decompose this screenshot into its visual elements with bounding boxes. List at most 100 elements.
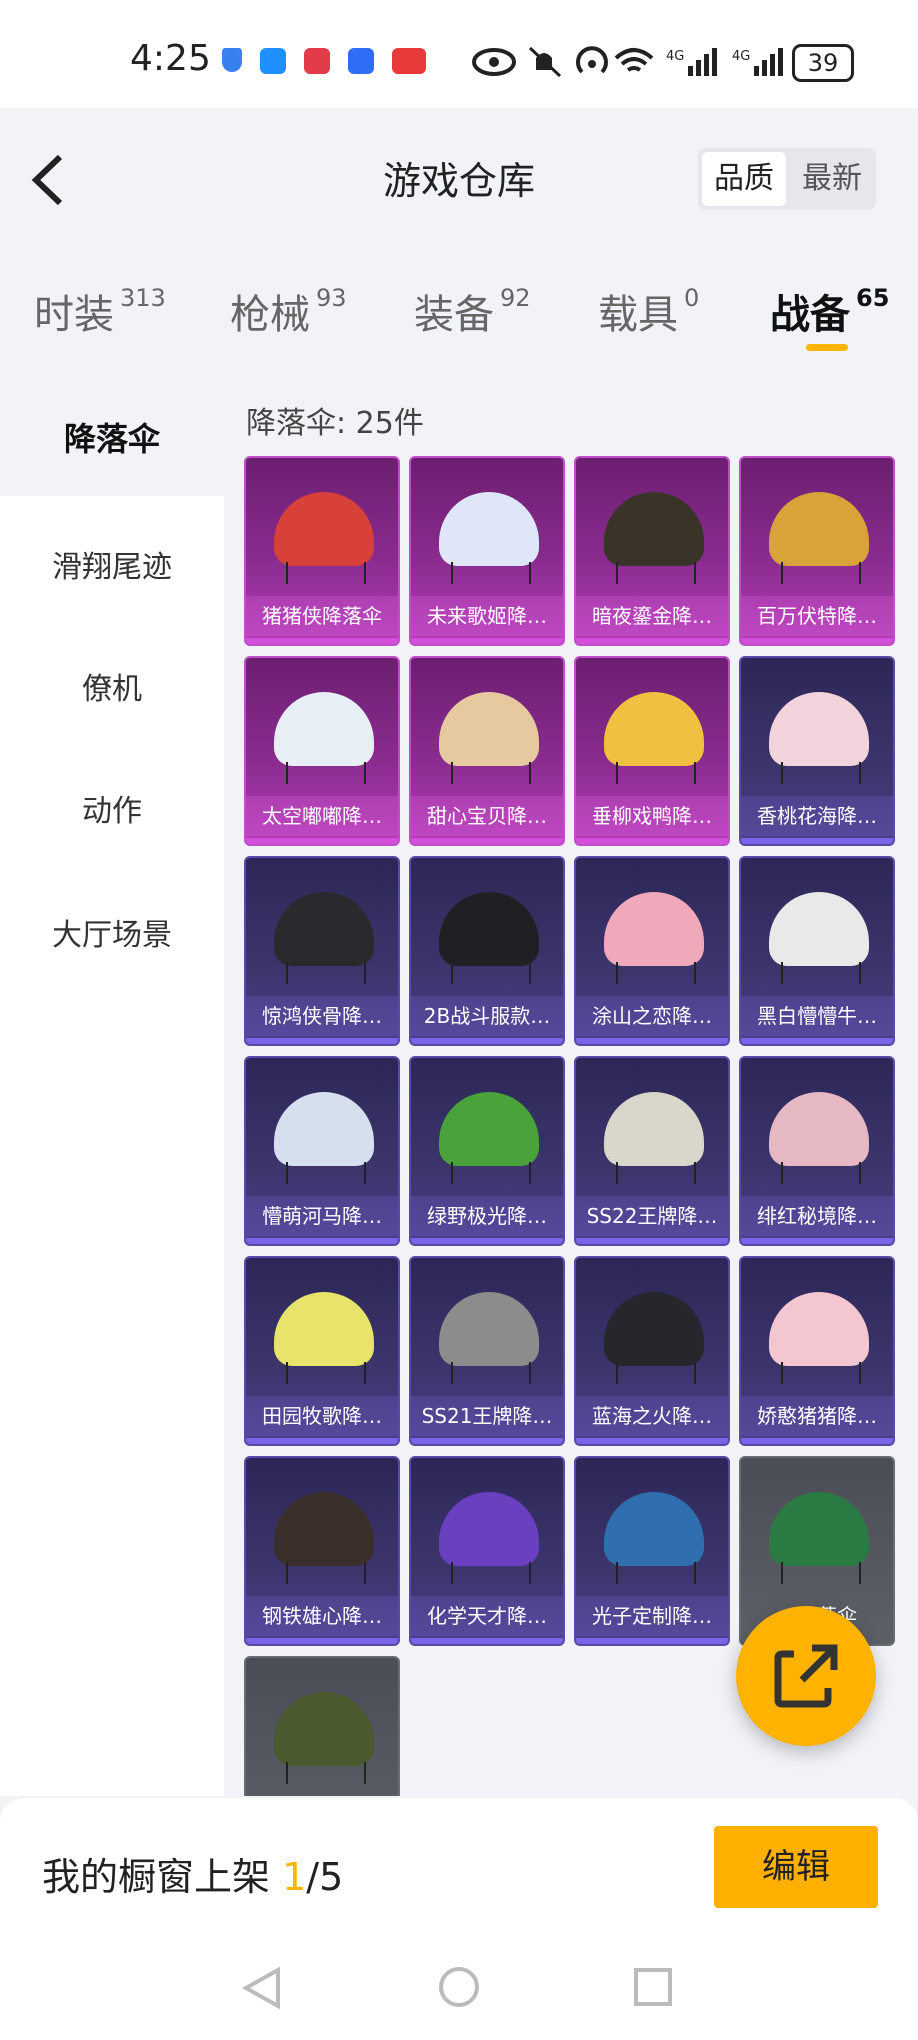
rarity-bar [411, 1438, 563, 1444]
parachute-lines [781, 962, 861, 984]
nav-recents-icon[interactable] [632, 1966, 674, 2008]
sidebar-item-glide-trail[interactable]: 滑翔尾迹 [0, 542, 224, 586]
item-card[interactable]: 绯红秘境降… [739, 1056, 895, 1246]
item-card[interactable]: 化学天才降… [409, 1456, 565, 1646]
tab-fashion[interactable]: 时装 313 [34, 282, 166, 340]
parachute-image [769, 1092, 869, 1166]
parachute-image [274, 692, 374, 766]
item-card[interactable]: 香桃花海降… [739, 656, 895, 846]
message-icon [260, 48, 286, 74]
sidebar-item-emote[interactable]: 动作 [0, 786, 224, 830]
tab-label: 时装 [34, 292, 114, 338]
item-card[interactable]: 娇憨猪猪降… [739, 1256, 895, 1446]
tab-label: 战备 [770, 292, 850, 338]
tab-count: 0 [684, 284, 700, 312]
item-count: 降落伞: 25件 [246, 406, 424, 441]
parachute-image [604, 892, 704, 966]
system-nav-bar [0, 1938, 918, 2040]
parachute-lines [286, 1562, 366, 1584]
item-card[interactable]: SS21王牌降… [409, 1256, 565, 1446]
item-name: 2B战斗服款… [411, 996, 563, 1036]
parachute-image [604, 492, 704, 566]
parachute-image [439, 1492, 539, 1566]
parachute-lines [616, 562, 696, 584]
showcase-current: 1 [282, 1855, 307, 1899]
share-icon [774, 1644, 838, 1708]
item-card[interactable]: 甜心宝贝降… [409, 656, 565, 846]
item-name: 猪猪侠降落伞 [246, 596, 398, 636]
item-name: 田园牧歌降… [246, 1396, 398, 1436]
parachute-image [604, 692, 704, 766]
sidebar-item-wingman[interactable]: 僚机 [0, 664, 224, 708]
parachute-lines [781, 1362, 861, 1384]
sort-quality-button[interactable]: 品质 [702, 152, 786, 206]
item-card[interactable]: 钢铁雄心降… [244, 1456, 400, 1646]
tab-label: 装备 [414, 292, 494, 338]
parachute-lines [781, 1562, 861, 1584]
rarity-bar [246, 1038, 398, 1044]
sidebar-item-parachute[interactable]: 降落伞 [0, 414, 224, 460]
tab-count: 93 [316, 284, 347, 312]
parachute-lines [451, 1562, 531, 1584]
tab-equipment[interactable]: 装备 92 [414, 282, 531, 340]
parachute-image [439, 1292, 539, 1366]
edit-button[interactable]: 编辑 [714, 1826, 878, 1908]
rarity-bar [411, 1038, 563, 1044]
rarity-bar [741, 638, 893, 644]
tab-count: 65 [856, 284, 890, 312]
item-card[interactable]: 懵萌河马降… [244, 1056, 400, 1246]
nav-back-icon[interactable] [240, 1966, 284, 2010]
parachute-image [604, 1092, 704, 1166]
item-card[interactable]: 暗夜鎏金降… [574, 456, 730, 646]
book-icon [304, 48, 330, 74]
item-card[interactable]: 绿野极光降… [409, 1056, 565, 1246]
item-card[interactable]: 田园牧歌降… [244, 1256, 400, 1446]
parachute-image [604, 1292, 704, 1366]
rarity-bar [741, 1038, 893, 1044]
tab-battle-prep[interactable]: 战备 65 [770, 282, 889, 340]
rarity-bar [246, 1238, 398, 1244]
item-card[interactable]: 惊鸿侠骨降… [244, 856, 400, 1046]
item-card[interactable]: 猪猪侠降落伞 [244, 456, 400, 646]
item-card[interactable]: 百万伏特降… [739, 456, 895, 646]
rarity-bar [246, 838, 398, 844]
item-name: 蓝海之火降… [576, 1396, 728, 1436]
tab-guns[interactable]: 枪械 93 [230, 282, 347, 340]
item-card[interactable]: 未来歌姬降… [409, 456, 565, 646]
item-name: 光子定制降… [576, 1596, 728, 1636]
svg-text:4G: 4G [732, 49, 750, 64]
huawei-icon [392, 48, 426, 74]
item-card[interactable]: 蓝海之火降… [574, 1256, 730, 1446]
item-card[interactable]: 太空嘟嘟降… [244, 656, 400, 846]
item-card[interactable]: SS22王牌降… [574, 1056, 730, 1246]
share-button[interactable] [736, 1606, 876, 1746]
sidebar [0, 376, 224, 1796]
parachute-image [274, 1692, 374, 1766]
item-card[interactable] [244, 1656, 400, 1796]
item-name: 钢铁雄心降… [246, 1596, 398, 1636]
item-name: 懵萌河马降… [246, 1196, 398, 1236]
item-name: 香桃花海降… [741, 796, 893, 836]
tab-vehicles[interactable]: 载具 0 [598, 282, 699, 340]
item-name: SS21王牌降… [411, 1396, 563, 1436]
item-card[interactable]: 垂柳戏鸭降… [574, 656, 730, 846]
rarity-bar [246, 1638, 398, 1644]
showcase-status: 我的橱窗上架 1/5 [42, 1846, 343, 1901]
item-name: 百万伏特降… [741, 596, 893, 636]
parachute-lines [616, 1362, 696, 1384]
item-card[interactable]: 光子定制降… [574, 1456, 730, 1646]
parachute-lines [451, 562, 531, 584]
item-name: 娇憨猪猪降… [741, 1396, 893, 1436]
parachute-image [439, 692, 539, 766]
parachute-image [274, 1092, 374, 1166]
nav-home-icon[interactable] [436, 1964, 482, 2010]
item-card[interactable]: 黑白懵懵牛… [739, 856, 895, 1046]
parachute-image [439, 892, 539, 966]
shield-icon [222, 48, 242, 72]
rarity-bar [741, 838, 893, 844]
item-card[interactable]: 2B战斗服款… [409, 856, 565, 1046]
parachute-lines [451, 762, 531, 784]
sort-newest-button[interactable]: 最新 [792, 152, 872, 206]
item-card[interactable]: 涂山之恋降… [574, 856, 730, 1046]
sidebar-item-lobby-scene[interactable]: 大厅场景 [0, 910, 224, 954]
